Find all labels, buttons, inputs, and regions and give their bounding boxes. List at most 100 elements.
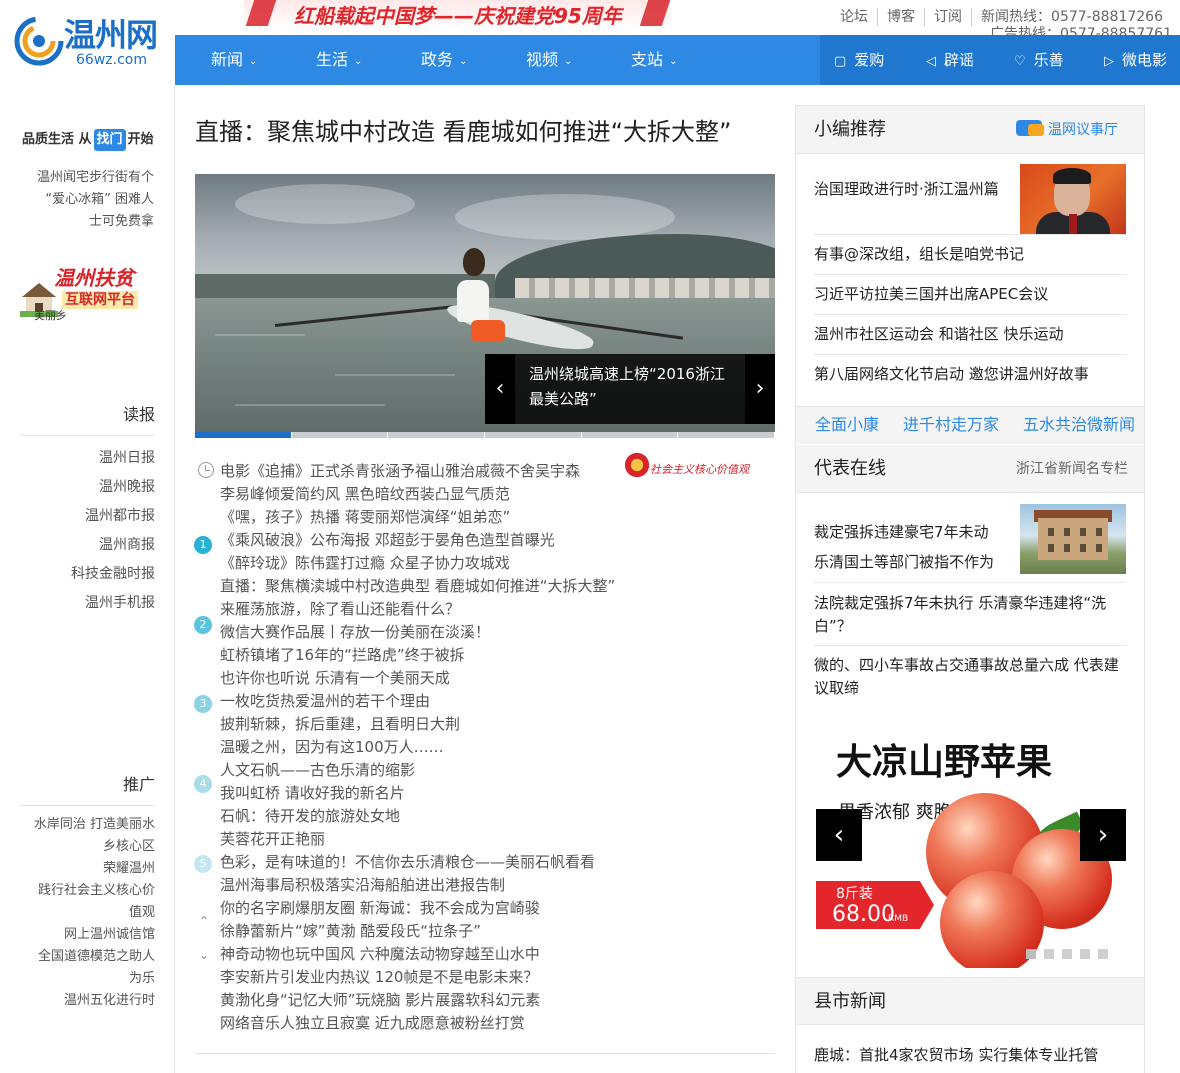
news-link[interactable]: 来雁荡旅游，除了看山还能看什么？ bbox=[220, 598, 620, 621]
promotion-link[interactable]: 为乐 bbox=[18, 968, 155, 990]
ad-dot[interactable] bbox=[1062, 949, 1072, 959]
newspaper-link[interactable]: 温州商报 bbox=[20, 531, 155, 560]
slider-next-button[interactable]: › bbox=[745, 354, 775, 424]
price-currency: RMB bbox=[888, 914, 909, 924]
slider-indicator[interactable] bbox=[291, 432, 389, 438]
nav-item-rumor[interactable]: ◁ 辟谣 bbox=[926, 35, 974, 85]
nav-item-microfilm[interactable]: ▷ 微电影 bbox=[1104, 35, 1167, 85]
news-link[interactable]: 也许你也听说 乐清有一个美丽天成 bbox=[220, 667, 620, 690]
nav-item-charity[interactable]: ♡ 乐善 bbox=[1014, 35, 1064, 85]
newspaper-link[interactable]: 温州日报 bbox=[20, 444, 155, 473]
promotion-link[interactable]: 值观 bbox=[18, 902, 155, 924]
nav-item-shopping[interactable]: ▢ 爱购 bbox=[834, 35, 884, 85]
section-title-newspapers: 读报 bbox=[20, 403, 155, 436]
news-link[interactable]: 芙蓉花开正艳丽 bbox=[220, 828, 620, 851]
newspaper-link[interactable]: 温州都市报 bbox=[20, 502, 155, 531]
left-news-link[interactable]: 温州闻宅步行街有个 “爱心冰箱” 困难人 士可免费拿 bbox=[18, 167, 154, 233]
poverty-relief-banner[interactable]: 温州扶贫 互联网平台 美丽乡 bbox=[20, 263, 150, 333]
link-forum[interactable]: 论坛 bbox=[831, 8, 877, 26]
ad-next-button[interactable]: › bbox=[1080, 809, 1126, 861]
scroll-down-icon[interactable]: ⌄ bbox=[199, 948, 209, 962]
headline[interactable]: 直播：聚焦城中村改造 看鹿城如何推进“大拆大整” bbox=[195, 114, 775, 150]
editor-pick-lead[interactable]: 治国理政进行时·浙江温州篇 bbox=[814, 178, 1014, 201]
price-value: 68.00 bbox=[832, 902, 895, 927]
topic-tag[interactable]: 全面小康 bbox=[815, 406, 879, 444]
ad-dot[interactable] bbox=[1044, 949, 1054, 959]
logo-swirl-icon bbox=[14, 16, 64, 66]
slider-prev-button[interactable]: ‹ bbox=[485, 354, 515, 424]
top-banner[interactable]: 红船载起中国梦——庆祝建党95周年 bbox=[244, 0, 670, 33]
core-values-badge[interactable]: 社会主义核心价值观 bbox=[620, 448, 775, 488]
ad-dot[interactable] bbox=[1098, 949, 1108, 959]
slider-indicator[interactable] bbox=[388, 432, 486, 438]
news-link[interactable]: 温州海事局积极落实沿海船舶进出港报告制 bbox=[220, 874, 620, 897]
editor-pick-item[interactable]: 第八届网络文化节启动 邀您讲温州好故事 bbox=[814, 363, 1126, 386]
news-link[interactable]: 网络音乐人独立且寂寞 近九成愿意被粉丝打赏 bbox=[220, 1012, 620, 1035]
promotion-link[interactable]: 践行社会主义核心价 bbox=[18, 880, 155, 902]
lead-line: 乐清国土等部门被指不作为 bbox=[814, 553, 995, 571]
promotion-link[interactable]: 水岸同治 打造美丽水 bbox=[18, 814, 155, 836]
forum-hall-link[interactable]: 温网议事厅 bbox=[1014, 118, 1126, 142]
news-link[interactable]: 色彩，是有味道的！不信你去乐清粮仓——美丽石帆看看 bbox=[220, 851, 620, 874]
county-news-item[interactable]: 鹿城：首批4家农贸市场 实行集体专业托管 bbox=[814, 1044, 1126, 1067]
promotion-link[interactable]: 乡核心区 bbox=[18, 836, 155, 858]
photo-slider[interactable]: ‹ 温州绕城高速上榜“2016浙江最美公路” › bbox=[195, 174, 775, 438]
slide-caption[interactable]: 温州绕城高速上榜“2016浙江最美公路” bbox=[529, 362, 739, 412]
representative-photo[interactable] bbox=[1020, 504, 1126, 574]
newspaper-link[interactable]: 科技金融时报 bbox=[20, 560, 155, 589]
news-link[interactable]: 《嘿，孩子》热播 蒋雯丽郑恺演绎“姐弟恋” bbox=[220, 506, 620, 529]
representative-lead[interactable]: 裁定强拆违建豪宅7年未动 乐清国土等部门被指不作为 bbox=[814, 517, 1014, 577]
nav-item-government[interactable]: 政务 ⌄ bbox=[421, 35, 467, 85]
newspaper-link[interactable]: 温州晚报 bbox=[20, 473, 155, 502]
nav-item-life[interactable]: 生活 ⌄ bbox=[316, 35, 362, 85]
slider-indicator[interactable] bbox=[581, 432, 679, 438]
promotion-link[interactable]: 网上温州诚信馆 bbox=[18, 924, 155, 946]
news-link[interactable]: 神奇动物也玩中国风 六种魔法动物穿越至山水中 bbox=[220, 943, 620, 966]
slider-indicator[interactable] bbox=[678, 432, 775, 438]
ad-dot[interactable] bbox=[1026, 949, 1036, 959]
editor-pick-item[interactable]: 习近平访拉美三国并出席APEC会议 bbox=[814, 283, 1126, 306]
news-link[interactable]: 《醉玲珑》陈伟霆打过瘾 众星子协力攻城戏 bbox=[220, 552, 620, 575]
editor-pick-item[interactable]: 有事@深改组，组长是咱党书记 bbox=[814, 243, 1126, 266]
topic-tag[interactable]: 进千村走万家 bbox=[903, 406, 999, 444]
news-link[interactable]: 《乘风破浪》公布海报 邓超彭于晏角色造型首曝光 bbox=[220, 529, 620, 552]
promotion-link[interactable]: 荣耀温州 bbox=[18, 858, 155, 880]
news-link[interactable]: 石帆：待开发的旅游处女地 bbox=[220, 805, 620, 828]
ad-prev-button[interactable]: ‹ bbox=[816, 809, 862, 861]
slogan-badge[interactable]: 找门 bbox=[93, 129, 126, 151]
news-link[interactable]: 徐静蕾新片“嫁”黄渤 酷爱段氏“拉条子” bbox=[220, 920, 620, 943]
promotion-link[interactable]: 全国道德模范之助人 bbox=[18, 946, 155, 968]
slider-indicator[interactable] bbox=[195, 432, 292, 438]
link-blog[interactable]: 博客 bbox=[877, 8, 924, 26]
news-link[interactable]: 你的名字刷爆朋友圈 新海诚：我不会成为宫崎骏 bbox=[220, 897, 620, 920]
news-link[interactable]: 李易峰倾爱简约风 黑色暗纹西装凸显气质范 bbox=[220, 483, 620, 506]
representative-item[interactable]: 微的、四小车事故占交通事故总量六成 代表建议取缔 bbox=[814, 654, 1126, 700]
newspaper-link[interactable]: 温州手机报 bbox=[20, 589, 155, 618]
editor-pick-photo[interactable] bbox=[1020, 164, 1126, 234]
promotion-link[interactable]: 温州五化进行时 bbox=[18, 990, 155, 1012]
news-link[interactable]: 微信大赛作品展丨存放一份美丽在淡溪！ bbox=[220, 621, 620, 644]
news-link[interactable]: 我叫虹桥 请收好我的新名片 bbox=[220, 782, 620, 805]
news-link[interactable]: 电影《追捕》正式杀青张涵予福山雅治戚薇不舍吴宇森 bbox=[220, 460, 620, 483]
ad-dot[interactable] bbox=[1080, 949, 1090, 959]
nav-label: 生活 bbox=[316, 50, 349, 69]
news-link[interactable]: 直播：聚焦横渎城中村改造典型 看鹿城如何推进“大拆大整” bbox=[220, 575, 620, 598]
link-subscribe[interactable]: 订阅 bbox=[924, 8, 971, 26]
topic-tag[interactable]: 五水共治微新闻 bbox=[1023, 406, 1135, 444]
slider-indicator[interactable] bbox=[485, 432, 582, 438]
representative-item[interactable]: 法院裁定强拆7年未执行 乐清豪华违建将“洗白”？ bbox=[814, 592, 1126, 638]
news-link[interactable]: 一枚吃货热爱温州的若干个理由 bbox=[220, 690, 620, 713]
editor-pick-item[interactable]: 温州市社区运动会 和谐社区 快乐运动 bbox=[814, 323, 1126, 346]
scroll-up-icon[interactable]: ⌃ bbox=[199, 914, 209, 928]
apple-ad[interactable]: 大凉山野苹果 果香浓郁 爽脆味甜 8斤装 68.00 RMB ‹ › bbox=[816, 731, 1126, 968]
news-link[interactable]: 披荆斩棘，拆后重建，且看明日大荆 bbox=[220, 713, 620, 736]
news-link[interactable]: 李安新片引发业内热议 120帧是不是电影未来？ bbox=[220, 966, 620, 989]
nav-item-news[interactable]: 新闻 ⌄ bbox=[211, 35, 257, 85]
site-logo[interactable]: 温州网 66wz.com bbox=[14, 16, 164, 72]
nav-item-video[interactable]: 视频 ⌄ bbox=[526, 35, 572, 85]
news-link[interactable]: 虹桥镇堵了16年的“拦路虎”终于被拆 bbox=[220, 644, 620, 667]
news-link[interactable]: 温暖之州，因为有这100万人…… bbox=[220, 736, 620, 759]
news-link[interactable]: 黄渤化身“记忆大师”玩烧脑 影片展露软科幻元素 bbox=[220, 989, 620, 1012]
news-link[interactable]: 人文石帆——古色乐清的缩影 bbox=[220, 759, 620, 782]
nav-item-branch[interactable]: 支站 ⌄ bbox=[631, 35, 677, 85]
